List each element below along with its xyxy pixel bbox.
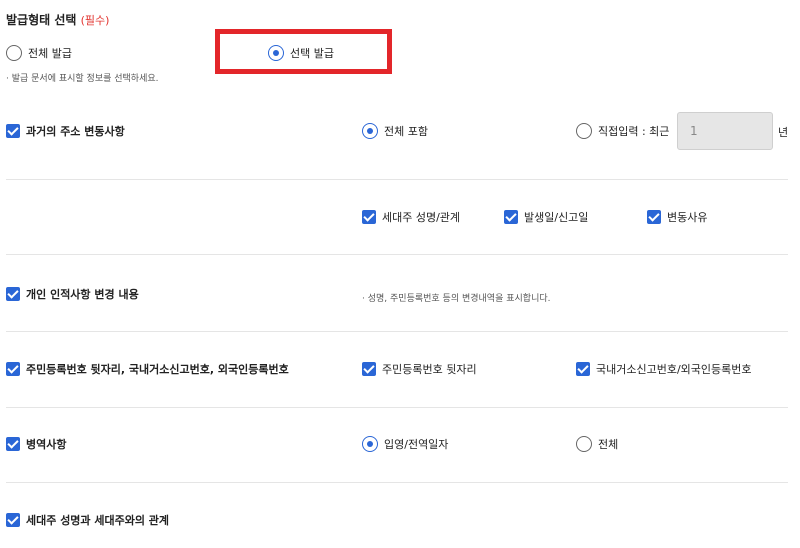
radio-all-issue[interactable]: 전체 발급 <box>6 45 72 61</box>
checkbox-id-numbers[interactable]: 주민등록번호 뒷자리, 국내거소신고번호, 외국인등록번호 <box>6 361 289 377</box>
radio-include-all[interactable]: 전체 포함 <box>362 123 428 139</box>
checkbox-checked-icon <box>6 513 20 527</box>
radio-unchecked-icon <box>6 45 22 61</box>
radio-unchecked-icon <box>576 436 592 452</box>
checkbox-change-reason[interactable]: 변동사유 <box>647 209 707 225</box>
checkbox-householder-name[interactable]: 세대주 성명/관계 <box>362 209 460 225</box>
enlist-discharge-date-label: 입영/전역일자 <box>384 438 449 451</box>
checkbox-residence-foreigner-number[interactable]: 국내거소신고번호/외국인등록번호 <box>576 361 752 377</box>
resident-number-label: 주민등록번호 뒷자리 <box>382 363 477 376</box>
radio-direct-input[interactable]: 직접입력 : 최근 <box>576 123 669 139</box>
residence-foreigner-number-label: 국내거소신고번호/외국인등록번호 <box>596 363 752 376</box>
required-marker: (필수) <box>80 14 110 27</box>
radio-checked-icon <box>362 436 378 452</box>
checkbox-checked-icon <box>576 362 590 376</box>
divider <box>6 407 788 408</box>
householder-relation-label: 세대주 성명과 세대주와의 관계 <box>26 514 170 527</box>
years-unit: 년 <box>778 126 789 139</box>
divider <box>6 254 788 255</box>
householder-name-label: 세대주 성명/관계 <box>382 211 461 224</box>
issue-type-hint: · 발급 문서에 표시할 정보를 선택하세요. <box>6 74 159 84</box>
checkbox-checked-icon <box>504 210 518 224</box>
include-all-label: 전체 포함 <box>384 125 428 138</box>
personal-change-label: 개인 인적사항 변경 내용 <box>26 288 139 301</box>
checkbox-checked-icon <box>6 287 20 301</box>
checkbox-checked-icon <box>6 362 20 376</box>
checkbox-checked-icon <box>6 437 20 451</box>
radio-checked-icon <box>362 123 378 139</box>
divider <box>6 482 788 483</box>
checkbox-checked-icon <box>6 124 20 138</box>
radio-all-issue-label: 전체 발급 <box>28 47 72 60</box>
checkbox-checked-icon <box>362 210 376 224</box>
checkbox-military[interactable]: 병역사항 <box>6 436 66 452</box>
checkbox-personal-change[interactable]: 개인 인적사항 변경 내용 <box>6 286 139 302</box>
id-numbers-label: 주민등록번호 뒷자리, 국내거소신고번호, 외국인등록번호 <box>26 363 289 376</box>
years-input[interactable]: 1 <box>677 112 773 150</box>
radio-unchecked-icon <box>576 123 592 139</box>
checkbox-householder-relation[interactable]: 세대주 성명과 세대주와의 관계 <box>6 512 169 528</box>
divider <box>6 179 788 180</box>
years-input-value: 1 <box>690 124 698 138</box>
military-all-label: 전체 <box>598 438 619 451</box>
highlight-box <box>215 29 392 74</box>
radio-enlist-discharge-date[interactable]: 입영/전역일자 <box>362 436 448 452</box>
personal-change-hint: · 성명, 주민등록번호 등의 변경내역을 표시합니다. <box>362 294 551 304</box>
direct-input-label: 직접입력 : 최근 <box>598 125 670 138</box>
section-title-text: 발급형태 선택 <box>6 13 77 27</box>
address-history-label: 과거의 주소 변동사항 <box>26 125 125 138</box>
section-title: 발급형태 선택 (필수) <box>6 11 109 28</box>
checkbox-checked-icon <box>362 362 376 376</box>
checkbox-occurrence-date[interactable]: 발생일/신고일 <box>504 209 588 225</box>
occurrence-date-label: 발생일/신고일 <box>524 211 589 224</box>
divider <box>6 331 788 332</box>
change-reason-label: 변동사유 <box>667 211 708 224</box>
checkbox-checked-icon <box>647 210 661 224</box>
military-label: 병역사항 <box>26 438 67 451</box>
checkbox-address-history[interactable]: 과거의 주소 변동사항 <box>6 123 125 139</box>
checkbox-resident-number[interactable]: 주민등록번호 뒷자리 <box>362 361 477 377</box>
radio-military-all[interactable]: 전체 <box>576 436 618 452</box>
